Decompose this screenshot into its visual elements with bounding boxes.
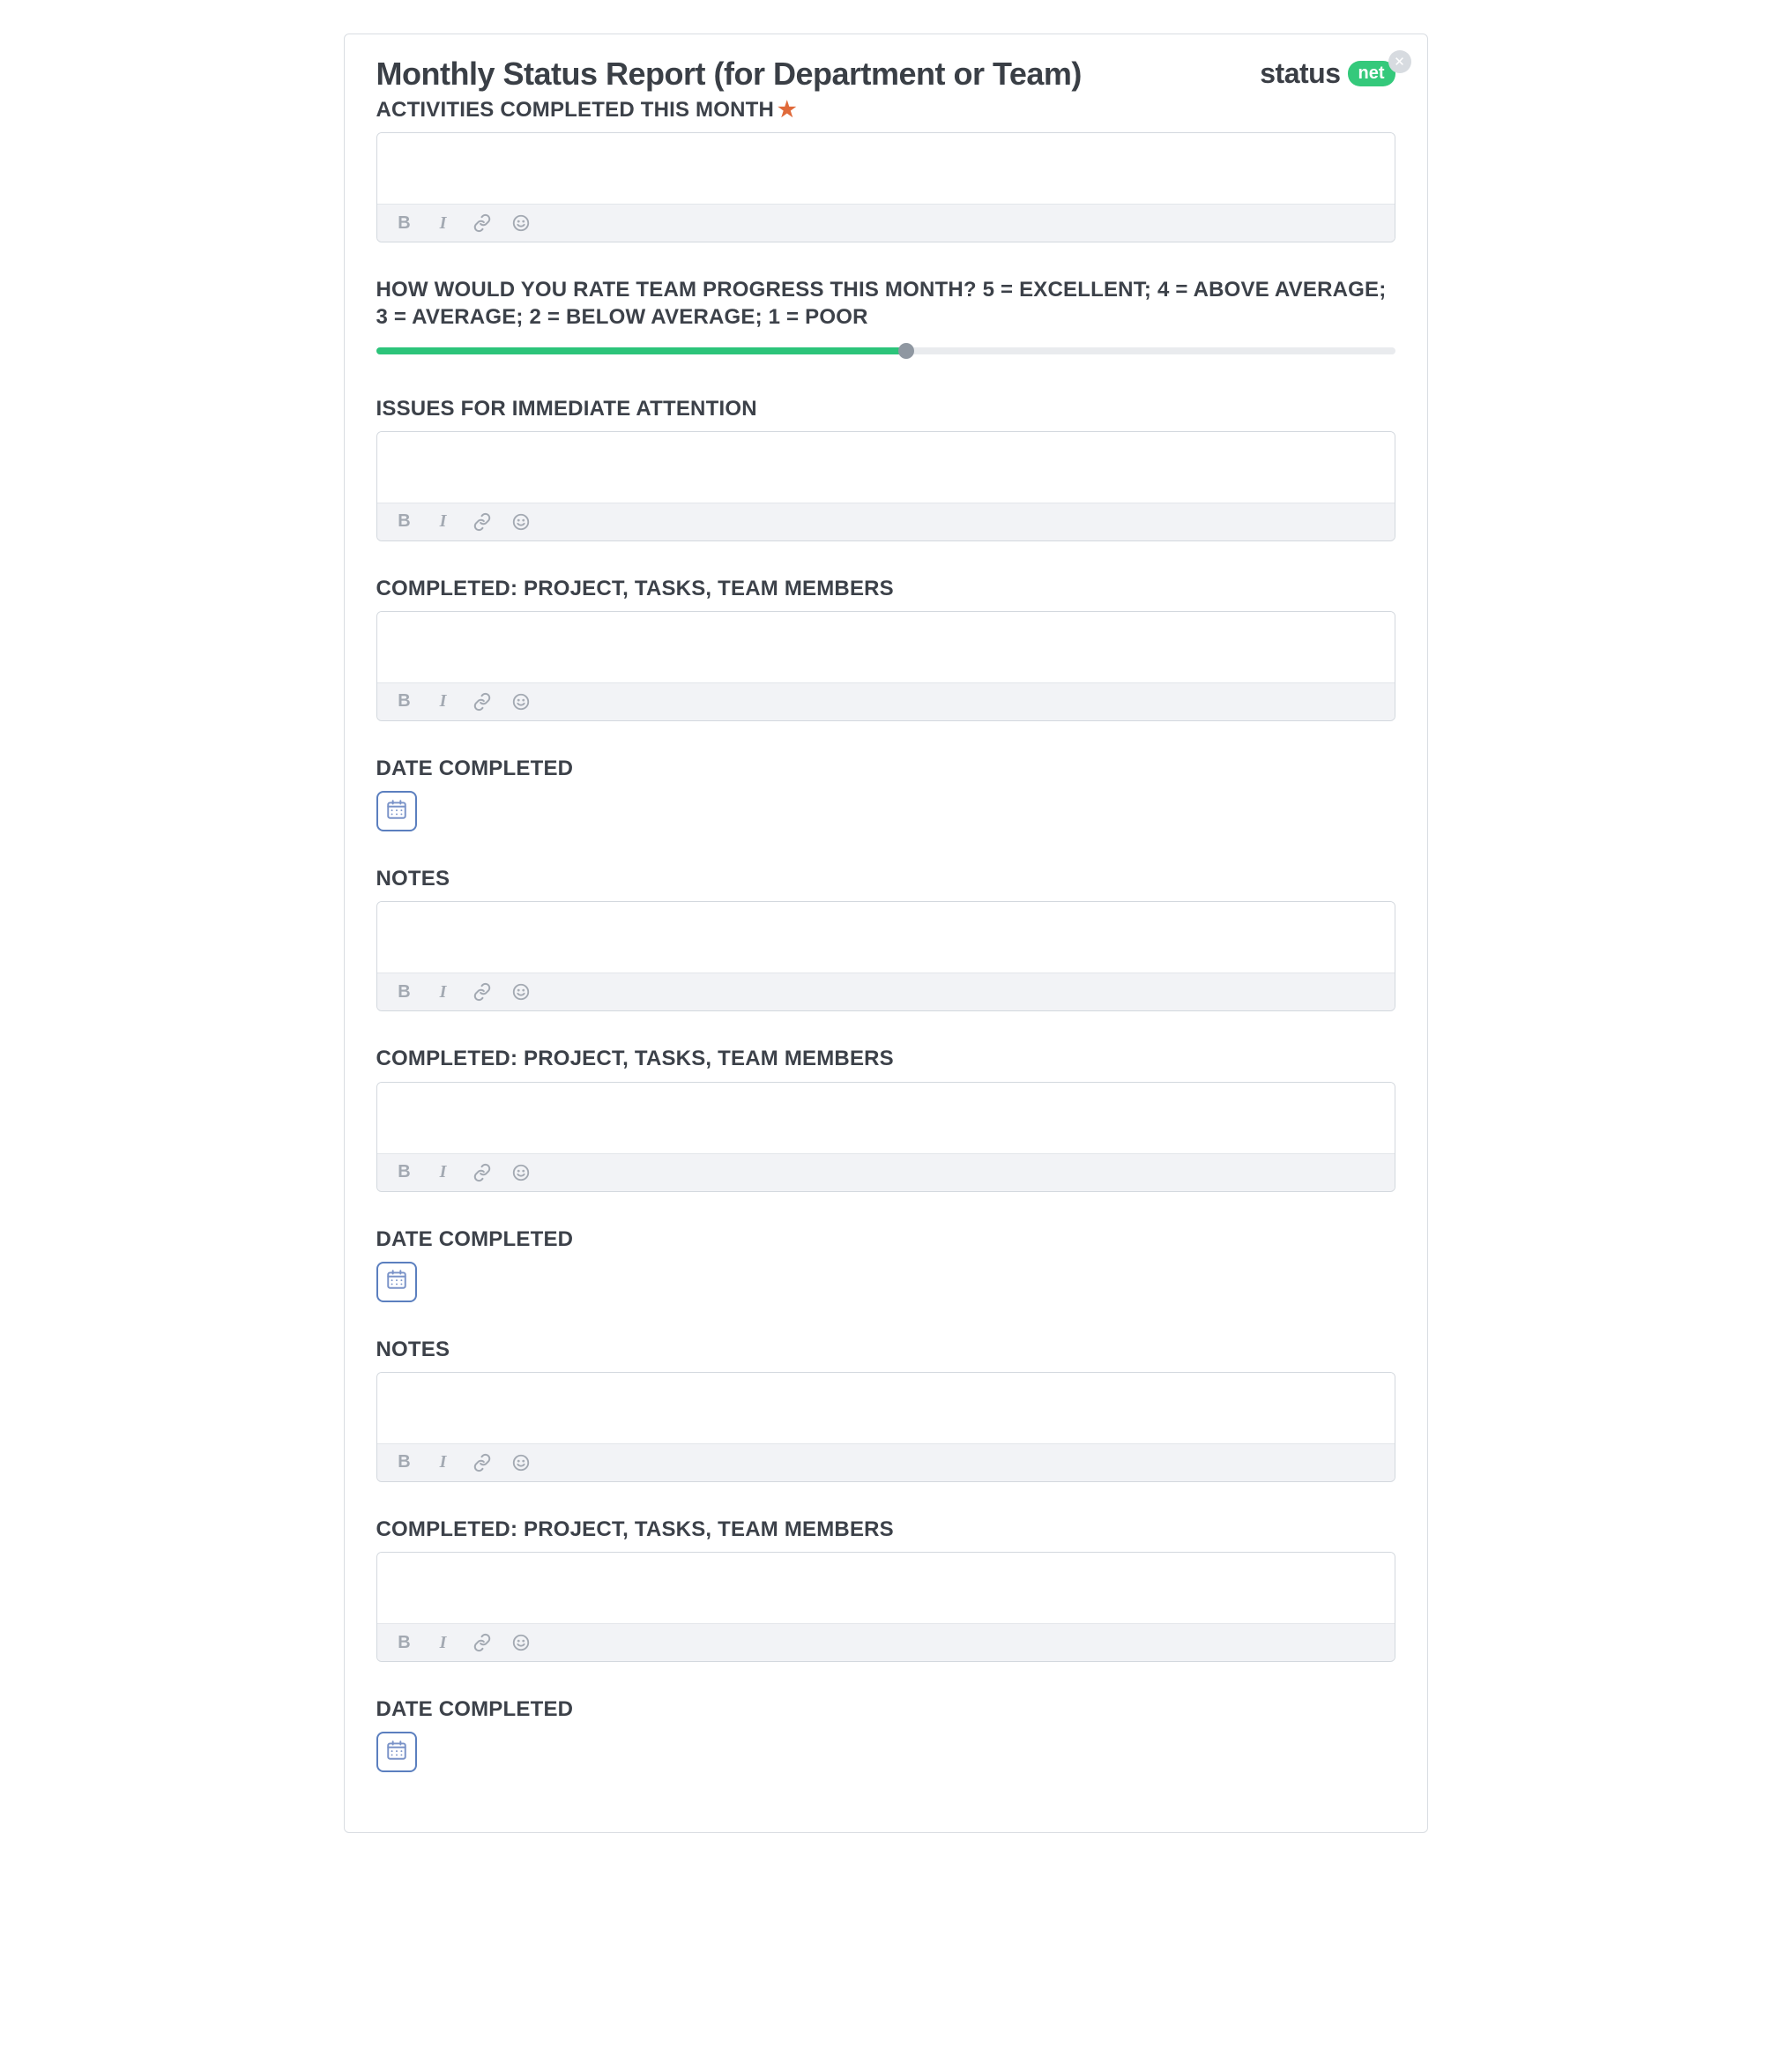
bold-button[interactable]: B [395,512,414,532]
text-input[interactable] [377,612,1395,682]
section-label: NOTES [376,865,1395,892]
link-button[interactable] [473,213,492,233]
link-button[interactable] [473,1163,492,1182]
text-input[interactable] [377,432,1395,503]
link-button[interactable] [473,692,492,712]
emoji-button[interactable] [511,1163,531,1182]
text-input[interactable] [377,902,1395,973]
rich-text-field: BI [376,431,1395,541]
italic-button[interactable]: I [434,1163,453,1182]
bold-button[interactable]: B [395,692,414,712]
link-button[interactable] [473,512,492,532]
bold-button[interactable]: B [395,213,414,233]
section-label: ISSUES FOR IMMEDIATE ATTENTION [376,395,1395,422]
italic-button[interactable]: I [434,213,453,233]
emoji-button[interactable] [511,213,531,233]
form-header: Monthly Status Report (for Department or… [376,56,1395,93]
date-picker-button[interactable] [376,1732,417,1772]
link-button[interactable] [473,1633,492,1652]
rich-text-field: BI [376,1552,1395,1662]
rich-text-field: BI [376,901,1395,1011]
section-label: COMPLETED: PROJECT, TASKS, TEAM MEMBERS [376,1516,1395,1543]
form-section: COMPLETED: PROJECT, TASKS, TEAM MEMBERS B… [376,575,1395,721]
calendar-icon [385,1739,408,1766]
italic-button[interactable]: I [434,1453,453,1472]
text-input[interactable] [377,1553,1395,1623]
rich-text-field: BI [376,611,1395,721]
form-section: COMPLETED: PROJECT, TASKS, TEAM MEMBERS B… [376,1516,1395,1662]
form-section: DATE COMPLETED [376,1696,1395,1772]
brand-net-badge: net [1348,61,1395,86]
form-section: ACTIVITIES COMPLETED THIS MONTH★ BI [376,96,1395,242]
section-label: COMPLETED: PROJECT, TASKS, TEAM MEMBERS [376,1045,1395,1072]
slider-fill [376,347,906,354]
rte-toolbar: BI [377,503,1395,540]
italic-button[interactable]: I [434,692,453,712]
close-icon: ✕ [1394,56,1405,69]
emoji-button[interactable] [511,1633,531,1652]
brand-status-text: status [1260,57,1340,90]
section-label: HOW WOULD YOU RATE TEAM PROGRESS THIS MO… [376,276,1395,331]
form-section: ISSUES FOR IMMEDIATE ATTENTION BI [376,395,1395,541]
form-section: DATE COMPLETED [376,1226,1395,1302]
section-label: DATE COMPLETED [376,1226,1395,1253]
emoji-button[interactable] [511,512,531,532]
bold-button[interactable]: B [395,1163,414,1182]
bold-button[interactable]: B [395,982,414,1002]
brand-logo: status net [1260,57,1395,90]
section-label: ACTIVITIES COMPLETED THIS MONTH★ [376,96,1395,123]
section-label: NOTES [376,1336,1395,1363]
form-section: HOW WOULD YOU RATE TEAM PROGRESS THIS MO… [376,276,1395,361]
form-section: COMPLETED: PROJECT, TASKS, TEAM MEMBERS B… [376,1045,1395,1191]
emoji-button[interactable] [511,982,531,1002]
italic-button[interactable]: I [434,1633,453,1652]
rte-toolbar: BI [377,1153,1395,1191]
text-input[interactable] [377,1373,1395,1443]
rich-text-field: BI [376,1372,1395,1482]
calendar-icon [385,798,408,825]
section-label: DATE COMPLETED [376,1696,1395,1723]
text-input[interactable] [377,133,1395,204]
form-section: NOTESBI [376,1336,1395,1482]
calendar-icon [385,1268,408,1295]
emoji-button[interactable] [511,692,531,712]
emoji-button[interactable] [511,1453,531,1472]
rte-toolbar: BI [377,682,1395,720]
rich-text-field: BI [376,132,1395,242]
date-picker-button[interactable] [376,1262,417,1302]
form-section: DATE COMPLETED [376,755,1395,831]
form-section: NOTES BI [376,865,1395,1011]
italic-button[interactable]: I [434,982,453,1002]
rating-slider[interactable] [376,340,1395,361]
rte-toolbar: BI [377,973,1395,1010]
rich-text-field: BI [376,1082,1395,1192]
text-input[interactable] [377,1083,1395,1153]
link-button[interactable] [473,982,492,1002]
rte-toolbar: BI [377,1443,1395,1481]
form-title: Monthly Status Report (for Department or… [376,56,1082,93]
close-button[interactable]: ✕ [1388,50,1411,73]
rte-toolbar: BI [377,1623,1395,1661]
section-label: DATE COMPLETED [376,755,1395,782]
bold-button[interactable]: B [395,1453,414,1472]
link-button[interactable] [473,1453,492,1472]
italic-button[interactable]: I [434,512,453,532]
bold-button[interactable]: B [395,1633,414,1652]
required-star-icon: ★ [778,98,797,122]
rte-toolbar: BI [377,204,1395,242]
section-label: COMPLETED: PROJECT, TASKS, TEAM MEMBERS [376,575,1395,602]
form-card: ✕ Monthly Status Report (for Department … [344,34,1428,1833]
date-picker-button[interactable] [376,791,417,831]
slider-thumb[interactable] [898,343,914,359]
